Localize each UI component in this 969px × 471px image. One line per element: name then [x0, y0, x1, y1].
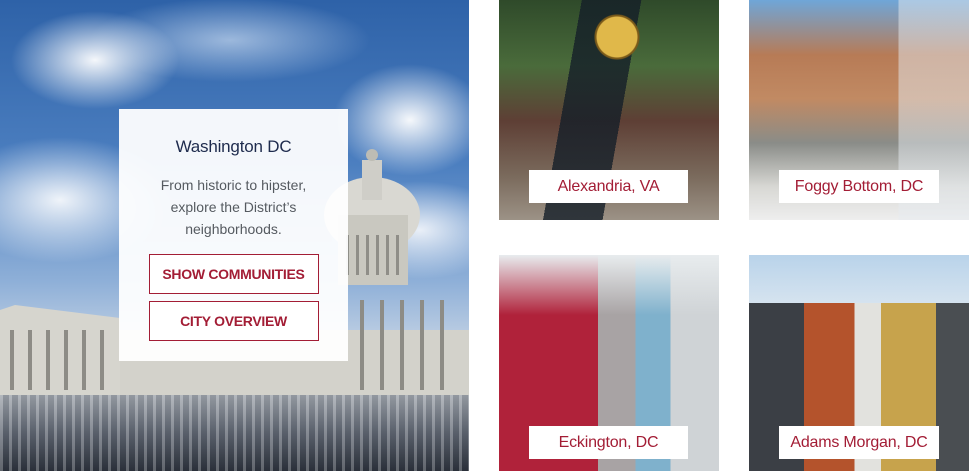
- city-description: From historic to hipster, explore the Di…: [160, 177, 307, 237]
- neighborhood-tile-adams-morgan[interactable]: Adams Morgan, DC: [749, 255, 969, 471]
- city-overview-button[interactable]: CITY OVERVIEW: [148, 301, 319, 341]
- neighborhood-caption[interactable]: Foggy Bottom, DC: [779, 170, 939, 203]
- neighborhood-caption[interactable]: Adams Morgan, DC: [779, 426, 939, 459]
- city-info-card: Washington DC From historic to hipster, …: [119, 109, 348, 361]
- city-title: Washington DC: [175, 137, 292, 156]
- neighborhood-tile-foggy-bottom[interactable]: Foggy Bottom, DC: [749, 0, 969, 220]
- reflecting-pool: [0, 395, 469, 471]
- eckington-sky: [499, 255, 719, 315]
- washington-dc-hero: Washington DC From historic to hipster, …: [0, 0, 469, 471]
- adams-morgan-sky: [749, 255, 969, 303]
- neighborhood-tile-alexandria[interactable]: Alexandria, VA: [499, 0, 719, 220]
- show-communities-button[interactable]: SHOW COMMUNITIES: [148, 254, 319, 294]
- neighborhood-tile-eckington[interactable]: Eckington, DC: [499, 255, 719, 471]
- neighborhood-caption[interactable]: Alexandria, VA: [529, 170, 688, 203]
- neighborhood-caption[interactable]: Eckington, DC: [529, 426, 688, 459]
